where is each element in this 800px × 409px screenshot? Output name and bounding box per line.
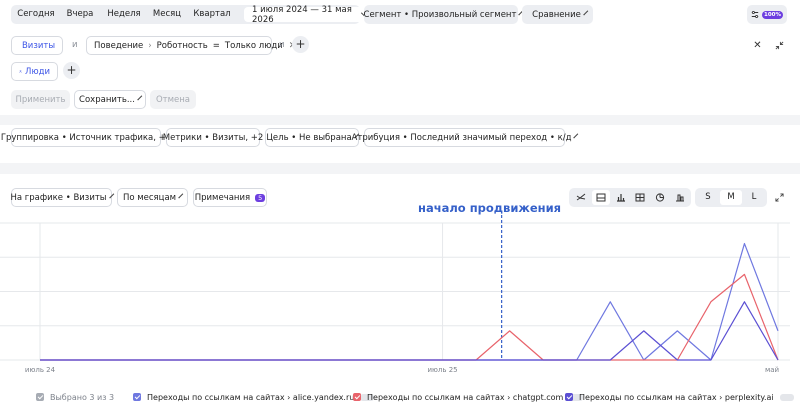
add-filter-icon[interactable]: + xyxy=(292,36,309,53)
line-chart-icon[interactable] xyxy=(572,190,590,205)
legend-label: Переходы по ссылкам на сайтах › perplexi… xyxy=(579,392,774,402)
series-line-1 xyxy=(40,273,779,361)
sliders-icon xyxy=(751,11,759,18)
size-m[interactable]: M xyxy=(720,190,742,205)
period-quarter[interactable]: Квартал xyxy=(189,5,235,24)
checkbox-icon xyxy=(36,393,44,401)
legend-item-alice[interactable]: Переходы по ссылкам на сайтах › alice.ya… xyxy=(133,391,375,403)
filter-value: Только люди xyxy=(224,40,283,51)
goal-select[interactable]: Цель • Не выбрана xyxy=(265,128,359,147)
visits-filter-chip[interactable]: Визиты xyxy=(11,36,63,55)
pie-chart-icon[interactable] xyxy=(651,190,669,205)
behavior-filter-chip[interactable]: Поведение › Роботность = Только люди ✕ xyxy=(86,36,296,55)
attribution-select[interactable]: Атрибуция • Последний значимый переход •… xyxy=(352,128,579,147)
notes-button[interactable]: Примечания 5 xyxy=(193,188,267,207)
and-connector: и xyxy=(279,40,285,50)
stacked-chart-icon[interactable] xyxy=(631,190,649,205)
and-connector: и xyxy=(72,40,78,50)
legend-selected-label: Выбрано 3 из 3 xyxy=(50,392,115,402)
apply-button[interactable]: Применить xyxy=(11,90,70,109)
segment-label: Сегмент • Произвольный сегмент xyxy=(363,9,517,20)
on-chart-label: На графике • Визиты xyxy=(10,192,107,203)
comparison-select[interactable]: Сравнение xyxy=(522,5,593,24)
notes-label: Примечания xyxy=(194,192,251,203)
x-tick-label: июль 24 xyxy=(25,366,56,374)
section-divider xyxy=(0,163,800,174)
area-chart-icon[interactable] xyxy=(591,190,610,205)
chart-type-switcher xyxy=(569,188,691,207)
period-month[interactable]: Месяц xyxy=(149,5,185,24)
close-icon[interactable]: ✕ xyxy=(749,37,766,54)
date-range-picker[interactable]: 1 июля 2024 — 31 мая 2026 xyxy=(244,4,369,25)
checkbox-icon xyxy=(353,393,361,401)
behavior-label: Поведение xyxy=(94,40,144,51)
on-chart-select[interactable]: На графике • Визиты xyxy=(10,188,114,207)
series-line-2 xyxy=(40,301,779,361)
period-selector: Сегодня Вчера Неделя Месяц Квартал 1 июл… xyxy=(11,5,369,25)
sampling-control[interactable]: 100% xyxy=(747,5,787,24)
cancel-button[interactable]: Отмена xyxy=(150,90,196,109)
save-label: Сохранить... xyxy=(79,94,135,105)
size-l[interactable]: L xyxy=(743,190,765,205)
robotness-label: Роботность xyxy=(156,40,208,51)
grouping-button[interactable]: Группировка • Источник трафика, +1 xyxy=(1,128,171,147)
legend-selected[interactable]: Выбрано 3 из 3 xyxy=(36,391,114,403)
series-line-0 xyxy=(40,242,779,361)
legend-item-perplexity[interactable]: Переходы по ссылкам на сайтах › perplexi… xyxy=(565,391,794,403)
comparison-label: Сравнение xyxy=(532,9,581,20)
legend-value xyxy=(779,393,794,401)
chevron-down-icon xyxy=(178,192,184,198)
visits-label: Визиты xyxy=(21,40,56,51)
add-filter-icon[interactable]: + xyxy=(63,62,80,79)
collapse-icon[interactable] xyxy=(771,37,788,54)
period-week[interactable]: Неделя xyxy=(103,5,145,24)
line-chart: июль 24 июль 25 май xyxy=(0,215,790,374)
legend-item-chatgpt[interactable]: Переходы по ссылкам на сайтах › chatgpt.… xyxy=(353,391,584,403)
save-dropdown[interactable]: Сохранить... xyxy=(74,90,146,109)
expand-icon[interactable] xyxy=(771,189,788,206)
legend-label: Переходы по ссылкам на сайтах › chatgpt.… xyxy=(367,392,564,402)
people-label: Люди xyxy=(25,66,50,77)
chevron-down-icon xyxy=(137,94,143,100)
section-divider xyxy=(0,115,800,125)
chart-size-switcher: S M L xyxy=(695,188,767,207)
chevron-down-icon xyxy=(573,132,579,138)
x-tick-label: июль 25 xyxy=(427,366,457,374)
legend-label: Переходы по ссылкам на сайтах › alice.ya… xyxy=(147,392,355,402)
checkbox-icon xyxy=(133,393,141,401)
bar-chart-icon[interactable] xyxy=(612,190,630,205)
by-months-label: По месяцам xyxy=(122,192,177,203)
by-months-select[interactable]: По месяцам xyxy=(117,188,188,207)
date-range-text: 1 июля 2024 — 31 мая 2026 xyxy=(252,4,352,25)
equals-sign: = xyxy=(212,40,220,51)
column-chart-icon[interactable] xyxy=(671,190,689,205)
attribution-label: Атрибуция • Последний значимый переход •… xyxy=(351,132,572,143)
chevron-down-icon xyxy=(583,9,589,15)
goal-label: Цель • Не выбрана xyxy=(266,132,352,143)
period-yesterday[interactable]: Вчера xyxy=(62,5,98,24)
annotation-label: начало продвижения xyxy=(418,201,562,215)
metrics-button[interactable]: Метрики • Визиты, +2 xyxy=(163,128,263,147)
people-filter-chip[interactable]: Люди xyxy=(11,62,58,81)
notes-count-badge: 5 xyxy=(255,193,266,202)
x-tick-label: май xyxy=(765,366,779,374)
sampling-badge: 100% xyxy=(762,10,783,19)
period-today[interactable]: Сегодня xyxy=(14,5,58,24)
chevron-down-icon xyxy=(108,192,114,198)
checkbox-icon xyxy=(565,393,573,401)
size-s[interactable]: S xyxy=(697,190,719,205)
user-icon xyxy=(19,70,22,73)
segment-select[interactable]: Сегмент • Произвольный сегмент xyxy=(363,5,524,24)
